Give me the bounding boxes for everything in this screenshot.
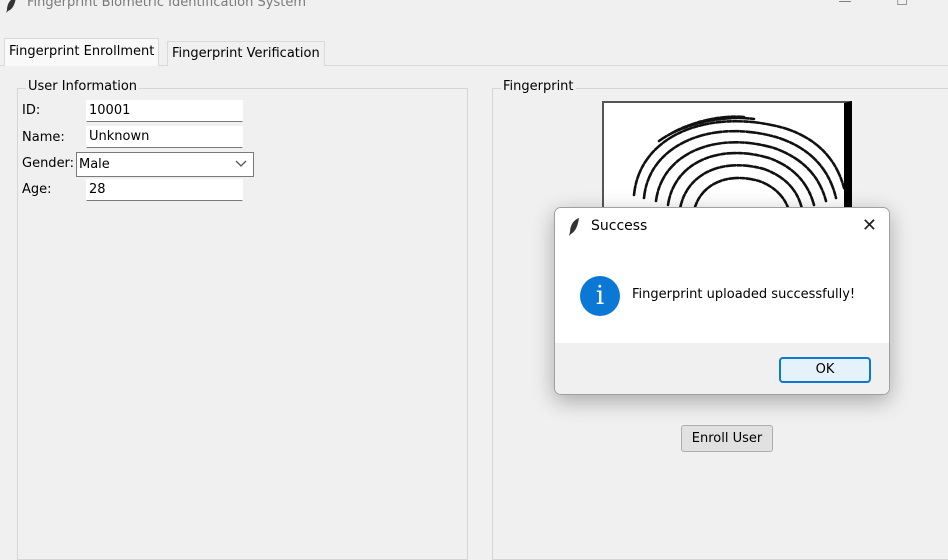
age-input[interactable]: 28: [86, 179, 243, 201]
gender-selected-value: Male: [79, 157, 110, 172]
close-icon[interactable]: ✕: [862, 215, 877, 236]
dialog-message: Fingerprint uploaded successfully!: [632, 287, 856, 302]
gender-label: Gender:: [22, 156, 75, 171]
age-label: Age:: [22, 182, 52, 197]
maximize-button[interactable]: ☐: [882, 0, 922, 16]
id-input[interactable]: 10001: [86, 100, 243, 122]
enroll-user-button[interactable]: Enroll User: [681, 425, 773, 452]
dialog-title: Success: [591, 218, 648, 234]
window-title: Fingerprint Biometric Identification Sys…: [27, 0, 306, 10]
name-label: Name:: [22, 130, 65, 145]
tab-fingerprint-verification[interactable]: Fingerprint Verification: [167, 41, 325, 66]
id-label: ID:: [22, 103, 41, 118]
minimize-button[interactable]: —: [825, 0, 865, 16]
gender-select[interactable]: Male: [76, 152, 254, 177]
feather-icon: [567, 217, 581, 241]
notebook-tabs: Fingerprint Enrollment Fingerprint Verif…: [0, 38, 948, 66]
chevron-down-icon[interactable]: [235, 154, 247, 182]
dialog-titlebar: Success ✕: [555, 208, 889, 246]
info-icon: i: [580, 276, 620, 316]
ok-button[interactable]: OK: [779, 357, 871, 383]
tab-fingerprint-enrollment[interactable]: Fingerprint Enrollment: [4, 38, 160, 66]
name-input[interactable]: Unknown: [86, 126, 243, 148]
dialog-body: i Fingerprint uploaded successfully!: [555, 246, 889, 343]
success-dialog: Success ✕ i Fingerprint uploaded success…: [554, 207, 890, 395]
feather-icon: [4, 0, 18, 18]
user-information-legend: User Information: [26, 79, 140, 94]
dialog-footer: OK: [555, 343, 889, 394]
fingerprint-legend: Fingerprint: [501, 79, 576, 94]
fingerprint-image: [602, 101, 852, 211]
window-titlebar: Fingerprint Biometric Identification Sys…: [0, 0, 948, 22]
